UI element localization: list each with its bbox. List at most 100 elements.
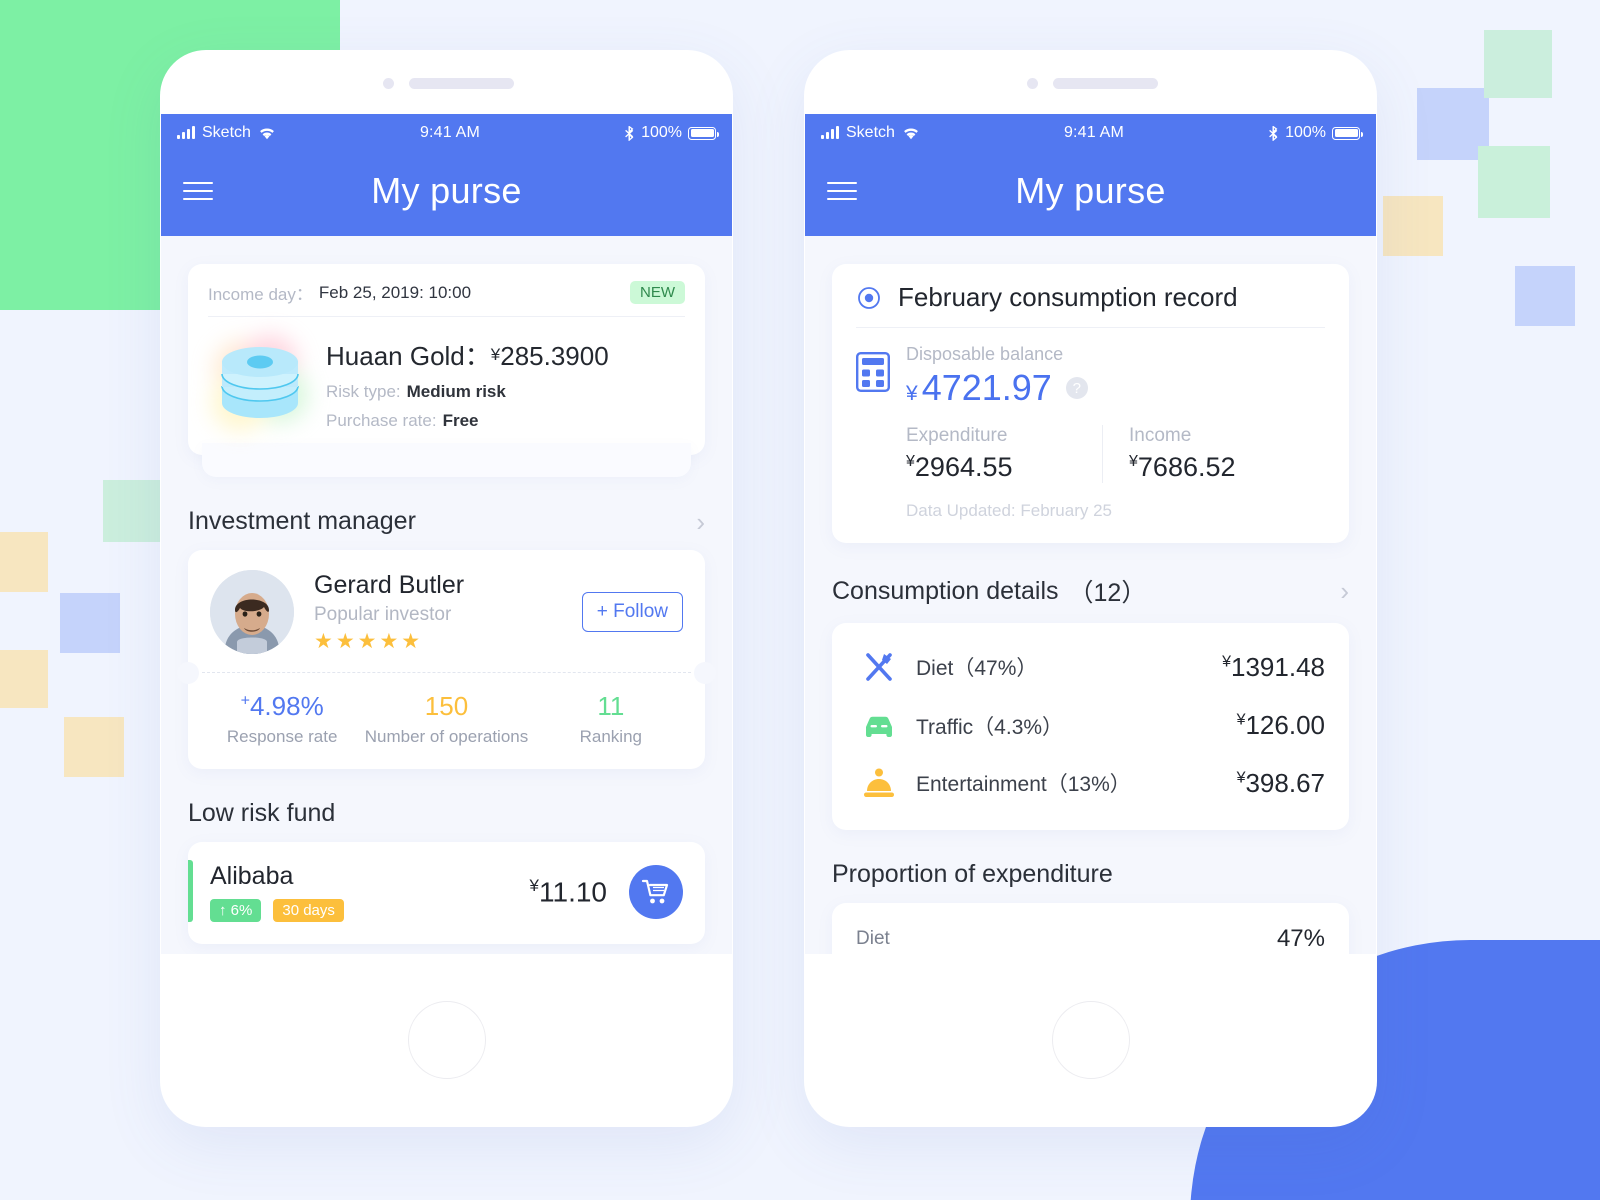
- chevron-right-icon[interactable]: ›: [696, 509, 705, 535]
- consumption-detail-row[interactable]: Diet（47%） ¥1391.48: [856, 637, 1325, 697]
- home-button[interactable]: [1051, 1001, 1130, 1079]
- battery-percent-label: 100%: [1285, 124, 1326, 141]
- screen-left: Sketch 9:41 AM 100% My purse Income day：…: [161, 114, 732, 954]
- clock-label: 9:41 AM: [419, 124, 481, 141]
- carrier-label: Sketch: [846, 124, 895, 141]
- status-bar: Sketch 9:41 AM 100%: [161, 114, 732, 152]
- expenditure-label: Expenditure: [906, 425, 1008, 446]
- decor-square: [0, 532, 48, 592]
- stat-item: +4.98% Response rate: [200, 691, 364, 747]
- income-card[interactable]: Income day： Feb 25, 2019: 10:00 NEW Huaa…: [188, 264, 705, 455]
- stat-value: 150: [424, 691, 469, 721]
- consumption-detail-row[interactable]: Traffic（4.3%） ¥126.00: [856, 697, 1325, 754]
- phone-bottom-bezel: [160, 954, 733, 1126]
- front-camera-icon: [1026, 78, 1038, 89]
- screen-left-content: Income day： Feb 25, 2019: 10:00 NEW Huaa…: [161, 264, 732, 944]
- wifi-icon: [260, 128, 274, 139]
- income-card-header: Income day： Feb 25, 2019: 10:00 NEW: [208, 280, 685, 317]
- coin-stack-icon: [208, 331, 312, 435]
- detail-category-label: Diet（47%）: [916, 657, 1038, 680]
- calculator-icon: [856, 344, 891, 521]
- income-day-label: Income day：: [208, 285, 313, 304]
- section-title-investment-manager: Investment manager: [188, 507, 416, 535]
- radio-selected-icon[interactable]: [856, 285, 882, 311]
- investment-manager-card[interactable]: Gerard Butler Popular investor ★★★★★ + F…: [177, 550, 716, 769]
- earpiece-speaker: [1052, 78, 1158, 89]
- proportion-card[interactable]: Diet 47%: [832, 903, 1349, 954]
- app-bar: Sketch 9:41 AM 100% My purse: [805, 114, 1376, 236]
- phone-mockup-left: Sketch 9:41 AM 100% My purse Income day：…: [160, 50, 733, 1127]
- navigation-bar: My purse: [805, 152, 1376, 230]
- navigation-bar: My purse: [161, 152, 732, 230]
- chevron-right-icon[interactable]: ›: [1340, 578, 1349, 604]
- fund-card[interactable]: Alibaba ↑ 6% 30 days ¥11.10: [188, 842, 705, 944]
- consumption-details-count: （12）: [1068, 579, 1147, 607]
- income-value: ¥7686.52: [1129, 452, 1325, 483]
- income-amount: 7686.52: [1137, 452, 1236, 482]
- decor-square: [1515, 266, 1575, 326]
- proportion-label: Diet: [856, 928, 890, 949]
- page-title: My purse: [1015, 170, 1166, 211]
- help-question-icon[interactable]: ?: [1065, 377, 1088, 399]
- screen-right-content: February consumption record Disposable b…: [805, 264, 1376, 954]
- fund-name: Alibaba: [210, 862, 294, 890]
- screen-right: Sketch 9:41 AM 100% My purse February co…: [805, 114, 1376, 954]
- status-bar: Sketch 9:41 AM 100%: [805, 114, 1376, 152]
- income-label: Income: [1129, 425, 1192, 446]
- detail-amount: ¥398.67: [1236, 767, 1325, 798]
- follow-button[interactable]: + Follow: [581, 592, 683, 632]
- decor-square: [64, 717, 124, 777]
- decor-square: [103, 480, 165, 542]
- product-name: Huaan Gold：: [326, 340, 491, 371]
- expenditure-currency-symbol: ¥: [906, 453, 915, 470]
- fund-price: ¥11.10: [530, 876, 607, 908]
- phone-top-bezel-right: [804, 50, 1377, 114]
- manager-stats: +4.98% Response rate 150 Number of operat…: [188, 673, 705, 769]
- page-title: My purse: [371, 170, 522, 211]
- expenditure-value: ¥2964.55: [906, 452, 1102, 483]
- shopping-cart-icon[interactable]: [629, 865, 683, 919]
- manager-name: Gerard Butler: [314, 570, 465, 599]
- income-column: Income ¥7686.52: [1102, 425, 1325, 483]
- stat-label: Number of operations: [364, 727, 529, 746]
- expenditure-column: Expenditure ¥2964.55: [906, 425, 1102, 483]
- income-day-value: Feb 25, 2019: 10:00: [318, 282, 472, 302]
- decor-square: [1478, 146, 1550, 218]
- currency-symbol: ¥: [490, 344, 501, 364]
- hamburger-menu-icon[interactable]: [827, 176, 857, 206]
- product-title: Huaan Gold：¥285.3900: [326, 336, 609, 373]
- fund-currency-symbol: ¥: [529, 875, 539, 895]
- carrier-label: Sketch: [202, 124, 251, 141]
- bluetooth-icon: [625, 125, 634, 141]
- entertainment-icon: [856, 767, 902, 799]
- stat-value: +4.98%: [240, 691, 324, 721]
- income-currency-symbol: ¥: [1129, 453, 1138, 470]
- front-camera-icon: [382, 78, 394, 89]
- rating-stars-icon: ★★★★★: [314, 629, 424, 653]
- home-button[interactable]: [407, 1001, 486, 1079]
- clock-label: 9:41 AM: [1063, 124, 1125, 141]
- decor-square: [60, 593, 120, 653]
- hamburger-menu-icon[interactable]: [183, 176, 213, 206]
- consumption-detail-row[interactable]: Entertainment（13%） ¥398.67: [856, 754, 1325, 812]
- consumption-details-card[interactable]: Diet（47%） ¥1391.48 Traffic（4.3%） ¥126.00…: [832, 623, 1349, 830]
- disposable-balance-label: Disposable balance: [906, 344, 1064, 364]
- section-title-proportion: Proportion of expenditure: [832, 860, 1113, 888]
- consumption-record-card[interactable]: February consumption record Disposable b…: [832, 264, 1349, 543]
- app-bar: Sketch 9:41 AM 100% My purse: [161, 114, 732, 236]
- fund-info: Alibaba ↑ 6% 30 days: [210, 862, 344, 922]
- tag-change: ↑ 6%: [210, 899, 262, 922]
- phone-bottom-bezel-right: [804, 954, 1377, 1126]
- balance-amount: 4721.97: [921, 367, 1052, 408]
- expenditure-income-row: Expenditure ¥2964.55 Income ¥7686.52: [906, 425, 1325, 483]
- battery-icon: [688, 126, 719, 140]
- tag-period: 30 days: [273, 899, 344, 922]
- fund-price-value: 11.10: [539, 876, 607, 908]
- fund-tags: ↑ 6% 30 days: [210, 899, 344, 922]
- wifi-icon: [904, 128, 918, 139]
- consumption-record-body: Disposable balance ¥4721.97 ? Expenditur…: [856, 344, 1325, 521]
- purchase-rate-value: Free: [442, 410, 479, 430]
- bluetooth-icon: [1269, 125, 1278, 141]
- decor-square: [1484, 30, 1552, 98]
- section-title-low-risk-fund: Low risk fund: [188, 799, 336, 827]
